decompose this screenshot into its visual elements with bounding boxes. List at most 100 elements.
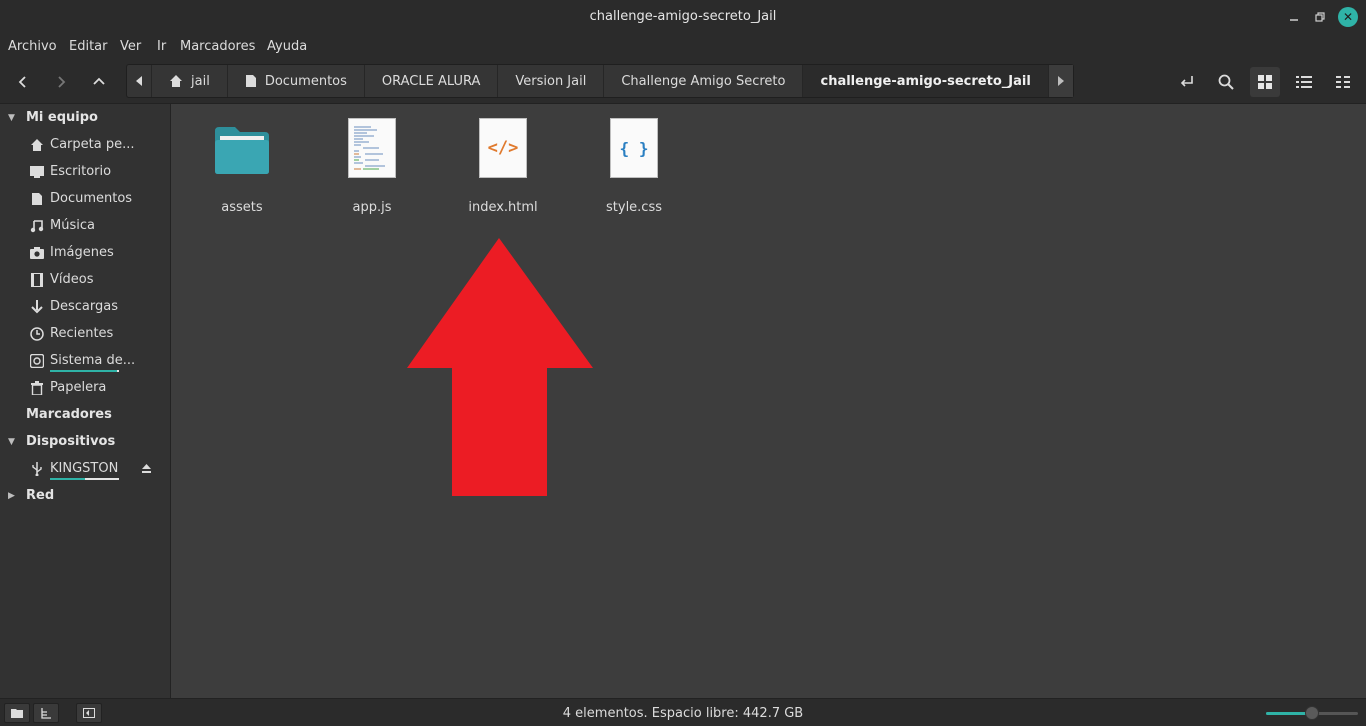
breadcrumb-documentos[interactable]: Documentos: [228, 65, 365, 97]
back-icon: [18, 76, 26, 88]
device-usage-bar: [50, 478, 119, 480]
sidebar-item-label: Escritorio: [50, 164, 112, 179]
breadcrumb-right-arrow[interactable]: [1048, 65, 1073, 97]
document-icon: [245, 74, 257, 88]
back-button[interactable]: [10, 70, 36, 94]
sidebar-item-descargas[interactable]: Descargas: [30, 299, 118, 314]
search-button[interactable]: [1214, 70, 1238, 94]
close-icon: ✕: [1342, 10, 1354, 24]
menu-marcadores[interactable]: Marcadores: [180, 39, 255, 54]
minimize-icon: [1290, 19, 1298, 21]
zoom-slider-handle[interactable]: [1305, 706, 1319, 720]
red-arrow-annotation: [407, 238, 593, 496]
sidebar-section-red[interactable]: ▶ Red: [8, 488, 54, 503]
sidebar-item-label: Descargas: [50, 299, 119, 314]
section-label: Marcadores: [26, 407, 112, 422]
trash-icon: [30, 380, 44, 395]
maximize-button[interactable]: [1310, 7, 1330, 27]
sidebar-section-marcadores[interactable]: Marcadores: [26, 407, 112, 422]
breadcrumb-jail[interactable]: jail: [152, 65, 228, 97]
css-file-icon: { }: [610, 118, 658, 178]
sidebar-item-musica[interactable]: Música: [30, 218, 95, 233]
sidebar-item-kingston[interactable]: KINGSTON: [30, 461, 118, 476]
forward-button[interactable]: [48, 70, 74, 94]
sidebar-item-label: Carpeta pe...: [50, 137, 135, 152]
document-icon: [30, 192, 44, 206]
download-icon: [30, 299, 44, 314]
file-view: assets app.js </> index.html {} style.c…: [171, 104, 1366, 698]
file-item-style-css[interactable]: { } style.css: [579, 118, 689, 218]
breadcrumb-label: jail: [191, 73, 210, 89]
breadcrumb-oracle-alura[interactable]: ORACLE ALURA: [365, 65, 499, 97]
file-name: assets: [221, 200, 263, 215]
music-icon: [30, 219, 44, 233]
home-icon: [30, 138, 44, 152]
breadcrumb-current-folder[interactable]: challenge-amigo-secreto_Jail: [803, 65, 1049, 97]
menu-ir[interactable]: Ir: [157, 39, 166, 54]
sidebar-item-label: Papelera: [50, 380, 107, 395]
search-icon: [1218, 74, 1234, 90]
disk-usage-bar: [50, 370, 119, 372]
breadcrumb-version-jail[interactable]: Version Jail: [498, 65, 605, 97]
sidebar-item-sistema-de-archivos[interactable]: Sistema de...: [30, 353, 135, 368]
location-toggle-button[interactable]: [1175, 70, 1199, 94]
sidebar-item-recientes[interactable]: Recientes: [30, 326, 113, 341]
eject-button[interactable]: [141, 463, 152, 478]
minimize-button[interactable]: [1284, 7, 1304, 27]
title-bar: challenge-amigo-secreto_Jail ✕: [0, 0, 1366, 34]
breadcrumb-challenge-amigo-secreto[interactable]: Challenge Amigo Secreto: [604, 65, 804, 97]
home-icon: [169, 74, 183, 88]
menu-ayuda[interactable]: Ayuda: [267, 39, 307, 54]
section-label: Mi equipo: [26, 110, 98, 125]
up-button[interactable]: [86, 70, 112, 94]
sidebar-item-documentos[interactable]: Documentos: [30, 191, 132, 206]
drive-icon: [30, 353, 44, 368]
menu-archivo[interactable]: Archivo: [8, 39, 57, 54]
sidebar-item-label: Vídeos: [50, 272, 94, 287]
file-item-index-html[interactable]: </> index.html: [448, 118, 558, 218]
menu-editar[interactable]: Editar: [69, 39, 108, 54]
sidebar-section-mi-equipo[interactable]: ▼ Mi equipo: [8, 110, 98, 125]
file-name: index.html: [468, 200, 538, 215]
list-view-button[interactable]: [1292, 70, 1316, 94]
menu-bar: Archivo Editar Ver Ir Marcadores Ayuda: [0, 34, 1366, 60]
restore-icon: [1315, 12, 1325, 22]
file-item-assets[interactable]: assets: [187, 118, 297, 218]
eject-icon: [142, 464, 151, 473]
clock-icon: [30, 326, 44, 341]
icon-view-button[interactable]: [1250, 67, 1280, 97]
up-icon: [93, 77, 105, 85]
window-title: challenge-amigo-secreto_Jail: [589, 9, 777, 24]
breadcrumb-label: Documentos: [264, 73, 347, 89]
folder-icon: [215, 127, 269, 174]
javascript-file-icon: [348, 118, 396, 178]
compact-view-button[interactable]: [1331, 70, 1355, 94]
section-label: Dispositivos: [26, 434, 116, 449]
file-item-app-js[interactable]: app.js: [317, 118, 427, 218]
desktop-icon: [30, 165, 44, 179]
close-button[interactable]: ✕: [1338, 7, 1358, 27]
sidebar-item-imagenes[interactable]: Imágenes: [30, 245, 114, 260]
usb-icon: [30, 461, 44, 476]
sidebar-item-escritorio[interactable]: Escritorio: [30, 164, 111, 179]
breadcrumb-left-arrow[interactable]: [127, 65, 152, 97]
file-name: style.css: [606, 200, 662, 215]
sidebar-section-dispositivos[interactable]: ▼ Dispositivos: [8, 434, 115, 449]
sidebar-item-papelera[interactable]: Papelera: [30, 380, 106, 395]
sidebar-item-label: Imágenes: [50, 245, 114, 260]
triangle-right-icon: [1057, 76, 1064, 86]
sidebar-item-carpeta-personal[interactable]: Carpeta pe...: [30, 137, 134, 152]
css-brace-glyph: { }: [619, 138, 649, 158]
enter-location-icon: [1180, 76, 1193, 87]
menu-ver[interactable]: Ver: [120, 39, 141, 54]
triangle-left-icon: [136, 76, 142, 86]
sidebar-item-label: Documentos: [50, 191, 133, 206]
disk-usage-fill: [50, 370, 117, 372]
toolbar: jail Documentos ORACLE ALURA Version Jai…: [0, 60, 1366, 104]
film-icon: [30, 272, 44, 287]
status-text: 4 elementos. Espacio libre: 442.7 GB: [562, 706, 804, 721]
collapsed-arrow-icon: ▶: [8, 490, 15, 501]
status-bar: 4 elementos. Espacio libre: 442.7 GB: [0, 698, 1366, 726]
sidebar: ▼ Mi equipo Carpeta pe... Escritorio Doc…: [0, 104, 171, 698]
sidebar-item-videos[interactable]: Vídeos: [30, 272, 93, 287]
